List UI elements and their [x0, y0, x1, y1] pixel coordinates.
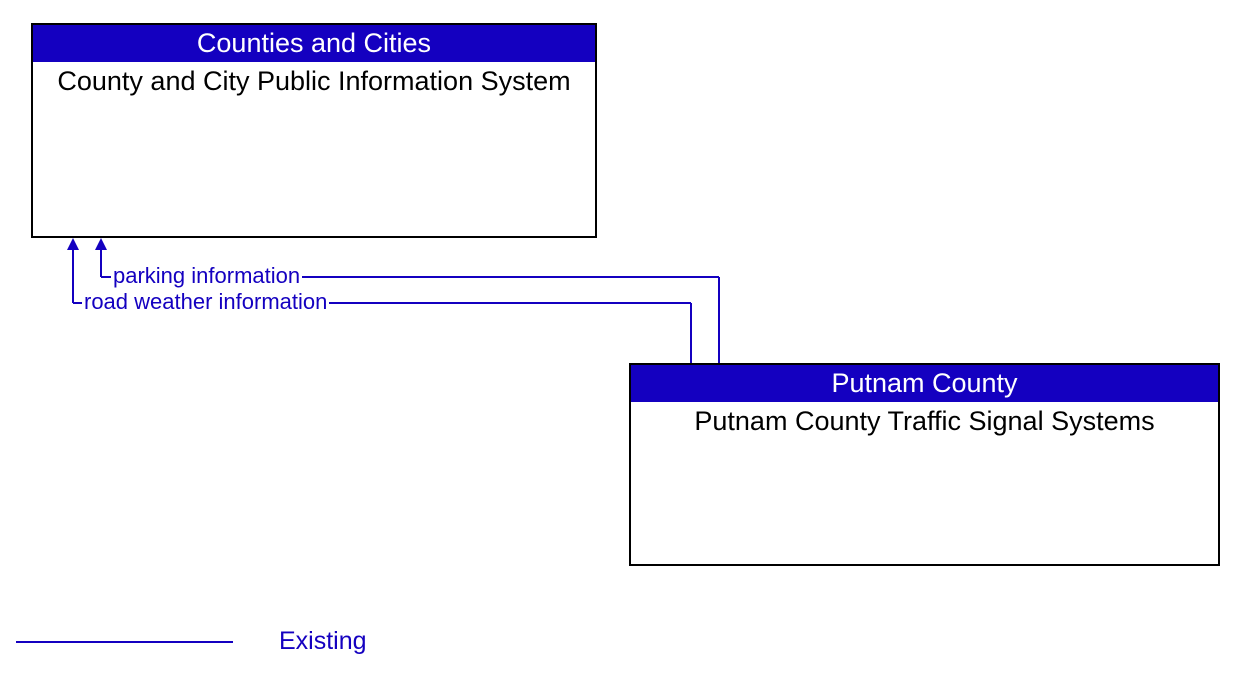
legend-label-existing: Existing — [279, 627, 367, 656]
legend-line-existing — [16, 641, 233, 643]
box-counties-and-cities: Counties and Cities County and City Publ… — [31, 23, 597, 238]
box-header-top: Counties and Cities — [33, 25, 595, 62]
flow-label-parking: parking information — [111, 264, 302, 288]
box-body-top: County and City Public Information Syste… — [33, 62, 595, 101]
box-putnam-county: Putnam County Putnam County Traffic Sign… — [629, 363, 1220, 566]
box-body-bottom: Putnam County Traffic Signal Systems — [631, 402, 1218, 441]
box-header-bottom: Putnam County — [631, 365, 1218, 402]
flow-label-road-weather: road weather information — [82, 290, 329, 314]
